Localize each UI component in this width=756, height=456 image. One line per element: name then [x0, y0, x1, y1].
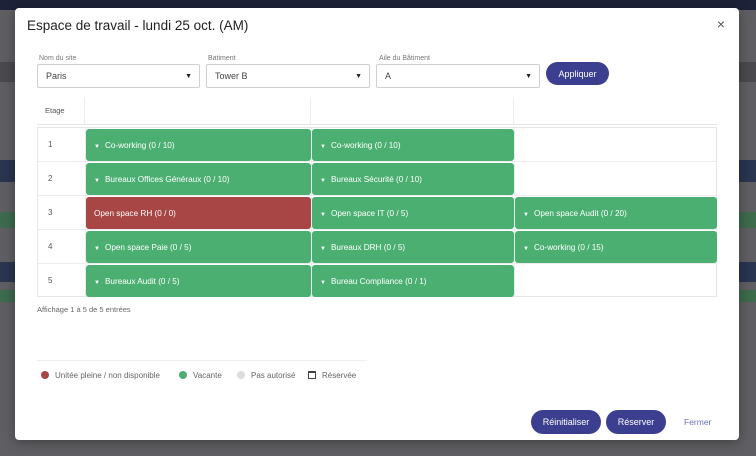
workspace-cell[interactable]: ▼ Co-working (0 / 15)	[515, 231, 717, 263]
column-divider	[514, 128, 515, 162]
batiment-label: Batiment	[208, 55, 236, 62]
caret-down-icon: ▼	[94, 144, 100, 150]
floor-number: 4	[48, 242, 53, 251]
floor-number: 5	[48, 276, 53, 285]
batiment-select-value: Tower B	[215, 71, 248, 81]
workspace-cell[interactable]: ▼ Bureaux Offices Généraux (0 / 10)	[86, 163, 311, 195]
close-link[interactable]: Fermer	[684, 417, 711, 427]
caret-down-icon: ▼	[320, 178, 326, 184]
legend-item-vacante: Vacante	[179, 371, 222, 380]
workspace-cell[interactable]: ▼ Bureaux Sécurité (0 / 10)	[312, 163, 514, 195]
aile-select-value: A	[385, 71, 392, 81]
column-header	[311, 97, 514, 125]
column-header-etage: Etage	[37, 97, 85, 125]
close-icon[interactable]: ×	[717, 16, 725, 32]
legend: Unitée pleine / non disponible Vacante P…	[37, 360, 367, 386]
site-label: Nom du site	[39, 55, 77, 62]
floor-grid: 1 ▼ Co-working (0 / 10) ▼ Co-working (0 / 10…	[37, 127, 717, 298]
entries-info: Affichage 1 à 5 de 5 entrées	[37, 305, 131, 314]
legend-label: Réservée	[322, 371, 357, 380]
column-divider	[514, 162, 515, 196]
batiment-select[interactable]: Tower B ▼	[206, 64, 370, 88]
floor-row: 2 ▼ Bureaux Offices Généraux (0 / 10) ▼ Bure…	[38, 162, 716, 196]
floor-row: 5 ▼ Bureaux Audit (0 / 5) ▼ Bureau Complianc…	[38, 264, 716, 298]
caret-down-icon: ▼	[523, 212, 529, 218]
legend-label: Unitée pleine / non disponible	[55, 371, 160, 380]
workspace-cell-label: Bureaux DRH (0 / 5)	[330, 243, 406, 252]
workspace-cell-label: Open space Audit (0 / 20)	[533, 209, 627, 218]
floor-number: 1	[48, 140, 53, 149]
site-select[interactable]: Paris ▼	[37, 64, 200, 88]
caret-down-icon: ▼	[320, 144, 326, 150]
caret-down-icon: ▼	[94, 280, 100, 286]
green-dot-icon	[179, 371, 187, 379]
workspace-cell-label: Bureaux Offices Généraux (0 / 10)	[104, 175, 230, 184]
caret-down-icon: ▼	[525, 73, 532, 80]
reserve-button[interactable]: Réserver	[606, 410, 666, 434]
workspace-cell[interactable]: ▼ Open space Paie (0 / 5)	[86, 231, 311, 263]
caret-down-icon: ▼	[320, 246, 326, 252]
workspace-cell-label: Bureaux Audit (0 / 5)	[104, 277, 180, 286]
legend-item-non-autorise: Pas autorisé	[237, 371, 295, 380]
floor-row: 3 Open space RH (0 / 0) ▼ Open space IT (0 …	[38, 196, 717, 230]
aile-label: Aile du Bâtiment	[379, 55, 430, 62]
workspace-cell[interactable]: ▼ Bureau Compliance (0 / 1)	[312, 265, 514, 297]
workspace-cell[interactable]: ▼ Bureaux Audit (0 / 5)	[86, 265, 311, 297]
workspace-cell[interactable]: ▼ Open space Audit (0 / 20)	[515, 197, 717, 229]
calendar-icon	[308, 371, 316, 379]
site-select-value: Paris	[46, 71, 67, 81]
workspace-cell[interactable]: ▼ Bureaux DRH (0 / 5)	[312, 231, 514, 263]
red-dot-icon	[41, 371, 49, 379]
workspace-cell[interactable]: ▼ Co-working (0 / 10)	[312, 129, 514, 161]
workspace-cell-label: Co-working (0 / 10)	[104, 141, 175, 150]
workspace-cell-label: Open space RH (0 / 0)	[94, 209, 176, 218]
column-divider	[514, 264, 515, 298]
floor-row: 4 ▼ Open space Paie (0 / 5) ▼ Bureaux DRH (0…	[38, 230, 717, 264]
legend-item-pleine: Unitée pleine / non disponible	[41, 371, 160, 380]
grey-dot-icon	[237, 371, 245, 379]
grid-header: Etage	[37, 97, 717, 125]
workspace-cell[interactable]: Open space RH (0 / 0)	[86, 197, 311, 229]
legend-item-reservee: Réservée	[308, 371, 356, 380]
apply-button[interactable]: Appliquer	[546, 62, 609, 85]
workspace-cell-label: Open space Paie (0 / 5)	[104, 243, 192, 252]
workspace-modal: Espace de travail - lundi 25 oct. (AM) ×…	[15, 8, 739, 440]
caret-down-icon: ▼	[320, 280, 326, 286]
workspace-cell[interactable]: ▼ Open space IT (0 / 5)	[312, 197, 514, 229]
workspace-cell-label: Co-working (0 / 10)	[330, 141, 401, 150]
column-header	[85, 97, 311, 125]
legend-label: Pas autorisé	[251, 371, 296, 380]
workspace-cell-label: Open space IT (0 / 5)	[330, 209, 409, 218]
column-header	[514, 97, 717, 125]
workspace-cell-label: Bureau Compliance (0 / 1)	[330, 277, 427, 286]
caret-down-icon: ▼	[185, 73, 192, 80]
caret-down-icon: ▼	[320, 212, 326, 218]
modal-title: Espace de travail - lundi 25 oct. (AM)	[27, 18, 249, 33]
legend-label: Vacante	[193, 371, 222, 380]
caret-down-icon: ▼	[94, 246, 100, 252]
reset-button[interactable]: Réinitialiser	[531, 410, 601, 434]
workspace-cell[interactable]: ▼ Co-working (0 / 10)	[86, 129, 311, 161]
workspace-cell-label: Co-working (0 / 15)	[533, 243, 604, 252]
caret-down-icon: ▼	[523, 246, 529, 252]
floor-number: 2	[48, 174, 53, 183]
floor-number: 3	[48, 208, 53, 217]
workspace-cell-label: Bureaux Sécurité (0 / 10)	[330, 175, 422, 184]
caret-down-icon: ▼	[94, 178, 100, 184]
caret-down-icon: ▼	[355, 73, 362, 80]
floor-row: 1 ▼ Co-working (0 / 10) ▼ Co-working (0 / 10…	[38, 128, 716, 162]
aile-select[interactable]: A ▼	[376, 64, 540, 88]
